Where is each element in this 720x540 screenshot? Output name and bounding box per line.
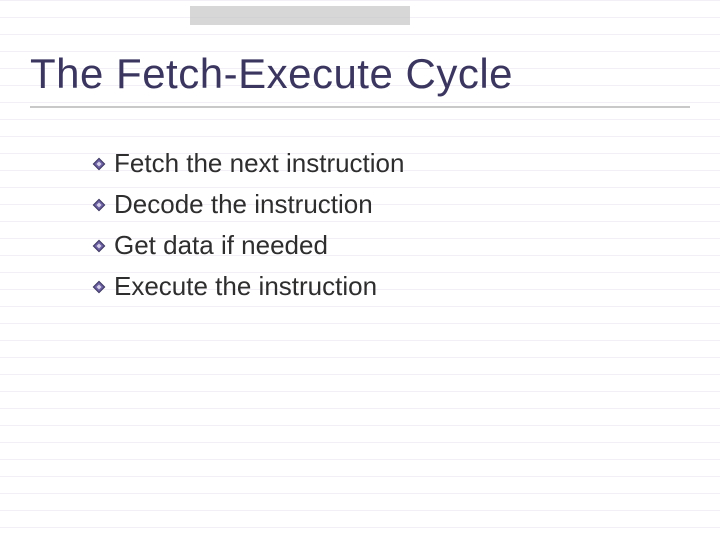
diamond-bullet-icon (92, 239, 106, 253)
bullet-text: Decode the instruction (114, 187, 373, 222)
diamond-bullet-icon (92, 157, 106, 171)
list-item: Decode the instruction (92, 187, 690, 222)
slide-content: The Fetch-Execute Cycle Fetch the next i… (30, 50, 690, 510)
list-item: Fetch the next instruction (92, 146, 690, 181)
bullet-text: Get data if needed (114, 228, 328, 263)
bullet-text: Execute the instruction (114, 269, 377, 304)
bullet-text: Fetch the next instruction (114, 146, 404, 181)
bullet-list: Fetch the next instruction Decode the in… (92, 146, 690, 304)
top-accent-bar (190, 6, 410, 25)
list-item: Execute the instruction (92, 269, 690, 304)
diamond-bullet-icon (92, 280, 106, 294)
slide-title: The Fetch-Execute Cycle (30, 50, 690, 108)
diamond-bullet-icon (92, 198, 106, 212)
list-item: Get data if needed (92, 228, 690, 263)
